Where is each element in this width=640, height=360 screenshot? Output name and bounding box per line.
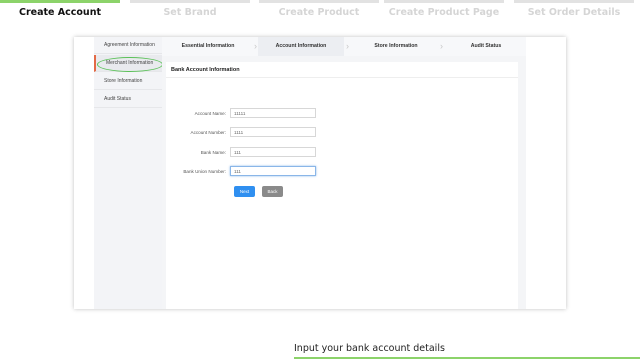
bank-name-label: Bank Name: [200, 150, 226, 155]
step-label: Create Product Page [388, 7, 500, 18]
bank-account-form: Bank Account Information Account Name: A… [166, 62, 518, 309]
sidebar-item-store[interactable]: Store Information [94, 73, 162, 90]
sidebar: Agreement Information Merchant Informati… [94, 37, 162, 309]
bank-union-number-label: Bank Union Number: [183, 169, 226, 174]
step-set-order-details: Set Order Details [514, 0, 634, 24]
step-label: Create Product [278, 7, 360, 18]
right-margin [526, 37, 566, 309]
back-button[interactable]: Back [262, 186, 283, 197]
step-bar [514, 0, 634, 3]
app-panel: Agreement Information Merchant Informati… [74, 37, 566, 309]
progress-steps: Create Account Set Brand Create Product … [0, 0, 640, 24]
sidebar-item-audit[interactable]: Audit Status [94, 91, 162, 108]
account-number-label: Account Number: [190, 130, 227, 135]
step-create-account: Create Account [0, 0, 120, 24]
instruction-caption: Input your bank account details [294, 343, 445, 354]
sidebar-item-agreement[interactable]: Agreement Information [94, 37, 162, 54]
section-title: Bank Account Information [171, 67, 240, 73]
step-label: Set Order Details [527, 7, 621, 18]
step-bar [130, 0, 250, 3]
bank-name-input[interactable] [230, 147, 316, 157]
divider [166, 77, 518, 78]
step-label: Create Account [18, 7, 101, 18]
account-number-input[interactable] [230, 127, 316, 137]
step-create-product: Create Product [259, 0, 379, 24]
step-bar [259, 0, 379, 3]
bank-union-number-input[interactable] [230, 166, 316, 176]
account-name-label: Account Name: [194, 111, 226, 116]
step-create-product-page: Create Product Page [384, 0, 504, 24]
tab-essential-information[interactable]: Essential Information [162, 37, 254, 56]
main-content: Essential Information › Account Informat… [162, 37, 526, 309]
step-bar [0, 0, 120, 3]
step-set-brand: Set Brand [130, 0, 250, 24]
step-bar [384, 0, 504, 3]
sidebar-item-merchant[interactable]: Merchant Information [94, 55, 162, 72]
account-name-input[interactable] [230, 108, 316, 118]
tab-bar: Essential Information › Account Informat… [162, 37, 526, 56]
tab-account-information[interactable]: Account Information [258, 37, 344, 56]
tab-store-information[interactable]: Store Information [352, 37, 440, 56]
next-button[interactable]: Next [234, 186, 255, 197]
step-label: Set Brand [163, 7, 217, 18]
tab-audit-status[interactable]: Audit Status [446, 37, 526, 56]
caption-underline [294, 357, 640, 359]
